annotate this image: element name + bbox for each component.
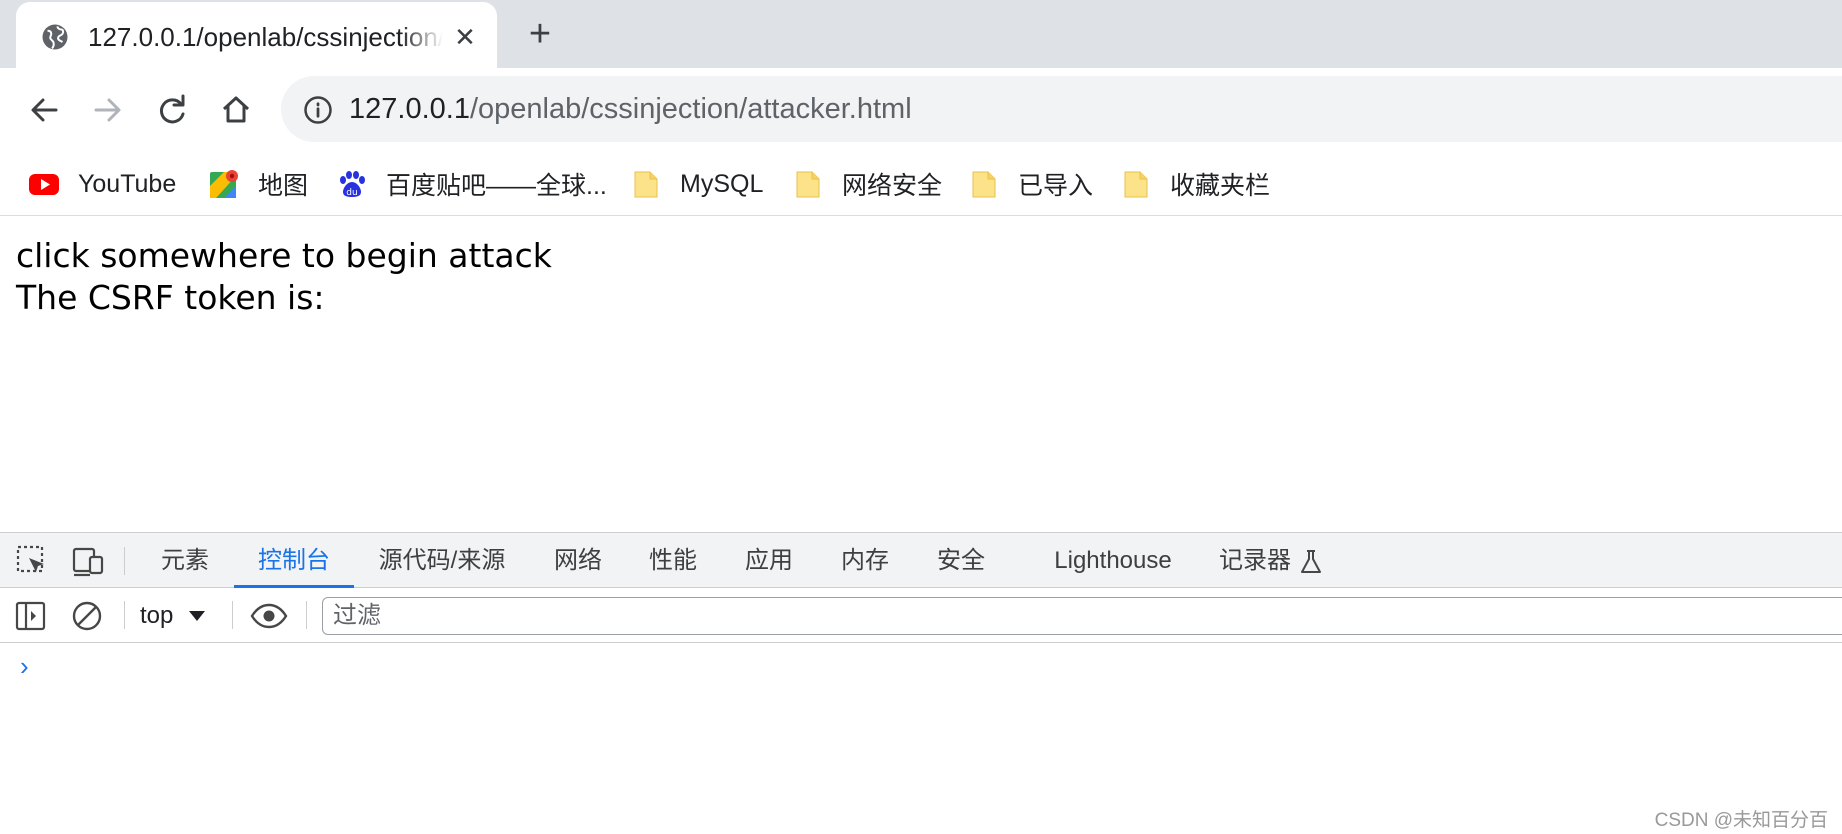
tab-recorder-label: 记录器 xyxy=(1219,547,1291,574)
watermark: CSDN @未知百分百 xyxy=(1654,810,1828,831)
baidu-icon: du xyxy=(340,171,365,198)
url-path: /openlab/cssinjection/attacker.html xyxy=(469,93,912,125)
folder-icon xyxy=(972,171,996,198)
tab-performance[interactable]: 性能 xyxy=(642,533,704,588)
browser-toolbar: 127.0.0.1/openlab/cssinjection/attacker.… xyxy=(0,68,1842,152)
bookmark-youtube[interactable]: YouTube xyxy=(28,164,176,204)
tab-close-button[interactable]: ✕ xyxy=(448,20,482,54)
csrf-token-text: The CSRF token is: xyxy=(16,278,325,317)
forward-button[interactable] xyxy=(86,88,130,132)
folder-icon xyxy=(1124,171,1148,198)
forward-arrow-icon xyxy=(94,98,121,122)
toolbar-divider xyxy=(124,601,125,629)
tab-sources[interactable]: 源代码/来源 xyxy=(372,533,512,588)
inspect-element-icon[interactable] xyxy=(14,543,50,579)
bookmark-label: YouTube xyxy=(78,169,177,198)
new-tab-button[interactable]: + xyxy=(520,14,560,54)
caret-down-icon xyxy=(189,611,206,621)
bookmark-folder-mysql[interactable]: MySQL xyxy=(630,164,763,204)
clear-console-icon[interactable] xyxy=(70,599,104,633)
tab-network[interactable]: 网络 xyxy=(548,533,608,588)
device-toolbar-icon[interactable] xyxy=(70,543,106,579)
bookmark-label: 已导入 xyxy=(1018,172,1094,200)
home-icon xyxy=(222,96,250,123)
flask-icon xyxy=(1301,549,1321,573)
url-host: 127.0.0.1 xyxy=(349,93,470,125)
sidebar-toggle-icon[interactable] xyxy=(14,599,48,633)
console-toolbar: top xyxy=(0,589,1842,643)
browser-tab[interactable]: 127.0.0.1/openlab/cssinjection/attacker.… xyxy=(16,2,497,68)
bookmark-label: 地图 xyxy=(258,172,309,200)
reload-button[interactable] xyxy=(150,88,194,132)
toolbar-divider xyxy=(124,547,125,575)
tab-security[interactable]: 安全 xyxy=(930,533,992,588)
devtools-panel: 元素 控制台 源代码/来源 网络 性能 应用 内存 安全 Lighthouse … xyxy=(0,532,1842,834)
folder-icon xyxy=(634,171,658,198)
url-text[interactable]: 127.0.0.1/openlab/cssinjection/attacker.… xyxy=(349,90,912,128)
devtools-tab-bar: 元素 控制台 源代码/来源 网络 性能 应用 内存 安全 Lighthouse … xyxy=(0,533,1842,588)
filter-field[interactable] xyxy=(322,597,1842,635)
tab-application[interactable]: 应用 xyxy=(738,533,800,588)
bookmark-label: MySQL xyxy=(680,169,764,198)
bookmark-label: 收藏夹栏 xyxy=(1170,172,1271,200)
eye-icon[interactable] xyxy=(250,599,288,633)
bookmark-folder-favorites[interactable]: 收藏夹栏 xyxy=(1120,164,1270,204)
bookmark-folder-imported[interactable]: 已导入 xyxy=(968,164,1093,204)
svg-text:du: du xyxy=(346,188,357,198)
globe-icon xyxy=(42,24,68,50)
attack-instruction-text: click somewhere to begin attack xyxy=(16,236,552,275)
bookmark-maps[interactable]: 地图 xyxy=(208,164,308,204)
toolbar-divider xyxy=(306,601,307,629)
tab-title: 127.0.0.1/openlab/cssinjection/attacker.… xyxy=(88,22,443,52)
bookmark-label: 网络安全 xyxy=(842,172,943,200)
bookmark-label: 百度贴吧——全球... xyxy=(386,172,607,200)
context-selector[interactable]: top xyxy=(140,599,206,633)
back-button[interactable] xyxy=(22,88,66,132)
tab-memory[interactable]: 内存 xyxy=(834,533,896,588)
tab-console[interactable]: 控制台 xyxy=(234,533,354,588)
folder-icon xyxy=(796,171,820,198)
toolbar-divider xyxy=(232,601,233,629)
tab-strip: 127.0.0.1/openlab/cssinjection/attacker.… xyxy=(0,0,1842,68)
tab-lighthouse[interactable]: Lighthouse xyxy=(1048,533,1178,588)
site-info-icon[interactable] xyxy=(303,95,333,125)
reload-icon xyxy=(159,94,185,124)
home-button[interactable] xyxy=(214,88,258,132)
filter-input[interactable] xyxy=(331,598,1842,632)
bookmark-folder-security[interactable]: 网络安全 xyxy=(792,164,942,204)
back-arrow-icon xyxy=(31,98,58,122)
bookmarks-bar: YouTube 地图 du 百度贴吧——全球... MySQL 网络安全 已导入… xyxy=(0,152,1842,216)
bookmark-baidu-tieba[interactable]: du 百度贴吧——全球... xyxy=(336,164,607,204)
address-bar[interactable]: 127.0.0.1/openlab/cssinjection/attacker.… xyxy=(281,76,1842,142)
tab-recorder[interactable]: 记录器 xyxy=(1216,533,1326,588)
page-content[interactable]: click somewhere to begin attack The CSRF… xyxy=(0,216,1842,532)
maps-icon xyxy=(210,170,238,198)
context-value: top xyxy=(140,602,174,629)
console-prompt[interactable]: › xyxy=(20,651,40,681)
youtube-icon xyxy=(29,174,59,195)
tab-elements[interactable]: 元素 xyxy=(150,533,220,588)
